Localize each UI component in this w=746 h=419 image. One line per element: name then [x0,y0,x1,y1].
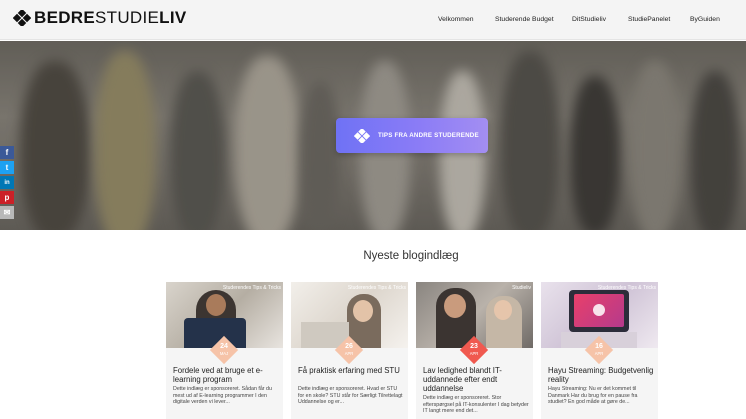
social-share-bar: f t in p ✉ [0,146,14,221]
twitter-share-button[interactable]: t [0,161,14,174]
post-title[interactable]: Lav ledighed blandt IT-uddannede efter e… [423,366,529,393]
linkedin-share-button[interactable]: in [0,176,14,189]
pinterest-icon: p [4,193,10,202]
pinterest-share-button[interactable]: p [0,191,14,204]
nav-item-ditstudieliv[interactable]: DitStudieliv [572,16,606,23]
logo-wordmark: BEDRESTUDIELIV [34,8,187,28]
logo-diamonds-icon [13,10,31,26]
date-day: 23 [470,343,478,350]
nav-item-byguiden[interactable]: ByGuiden [690,16,720,23]
date-month: APR [469,351,479,356]
post-excerpt: Dette indlæg er sponsoreret. Stor efters… [423,395,529,415]
post-category-tag: Studieliv [512,285,531,291]
date-badge: 23 APR [459,335,489,365]
cta-label: TIPS FRA ANDRE STUDERENDE [378,132,479,139]
post-excerpt: Dette indlæg er sponsoreret. Sådan får d… [173,386,272,406]
logo-diamonds-icon [354,128,370,143]
logo-part-liv: LIV [159,8,187,27]
date-day: 26 [345,343,353,350]
post-category-tag: Studerendes Tips & Tricks [597,285,656,291]
date-day: 24 [220,343,228,350]
post-category-tag: Studerendes Tips & Tricks [222,285,281,291]
blog-post-card[interactable]: Studieliv 23 APR Lav ledighed blandt IT-… [416,282,533,419]
site-header: BEDRESTUDIELIV Velkommen Studerende Budg… [0,0,746,40]
date-badge: 16 APR [584,335,614,365]
date-month: APR [344,351,354,356]
blog-post-card[interactable]: Studerendes Tips & Tricks 24 MAJ Fordele… [166,282,283,419]
nav-item-studiepanelet[interactable]: StudiePanelet [628,16,670,23]
date-badge: 24 MAJ [209,335,239,365]
post-title[interactable]: Fordele ved at bruge et e-learning progr… [173,366,279,384]
twitter-icon: t [5,163,9,172]
nav-item-studerende-budget[interactable]: Studerende Budget [495,16,554,23]
email-share-button[interactable]: ✉ [0,206,14,219]
blog-post-card[interactable]: Studerendes Tips & Tricks 16 APR Hayu St… [541,282,658,419]
hero-banner: TIPS FRA ANDRE STUDERENDE [0,41,746,230]
blog-post-card[interactable]: Studerendes Tips & Tricks 26 APR Få prak… [291,282,408,419]
date-month: APR [594,351,604,356]
post-category-tag: Studerendes Tips & Tricks [347,285,406,291]
date-day: 16 [595,343,603,350]
nav-item-velkommen[interactable]: Velkommen [438,16,474,23]
date-badge: 26 APR [334,335,364,365]
logo-part-studie: STUDIE [95,8,160,27]
tips-cta-button[interactable]: TIPS FRA ANDRE STUDERENDE [336,118,488,153]
latest-posts-heading: Nyeste blogindlæg [363,250,459,262]
post-title[interactable]: Få praktisk erfaring med STU [298,366,404,375]
post-title[interactable]: Hayu Streaming: Budgetvenlig reality [548,366,654,384]
logo-part-bedre: BEDRE [34,8,96,27]
facebook-icon: f [5,148,9,157]
facebook-share-button[interactable]: f [0,146,14,159]
site-logo[interactable]: BEDRESTUDIELIV [13,8,187,28]
email-icon: ✉ [3,208,11,217]
post-excerpt: Dette indlæg er sponsoreret. Hvad er STU… [298,386,403,406]
post-excerpt: Hayu Streaming: Nu er det kommet til Dan… [548,386,638,406]
linkedin-icon: in [4,179,10,186]
date-month: MAJ [219,351,229,356]
